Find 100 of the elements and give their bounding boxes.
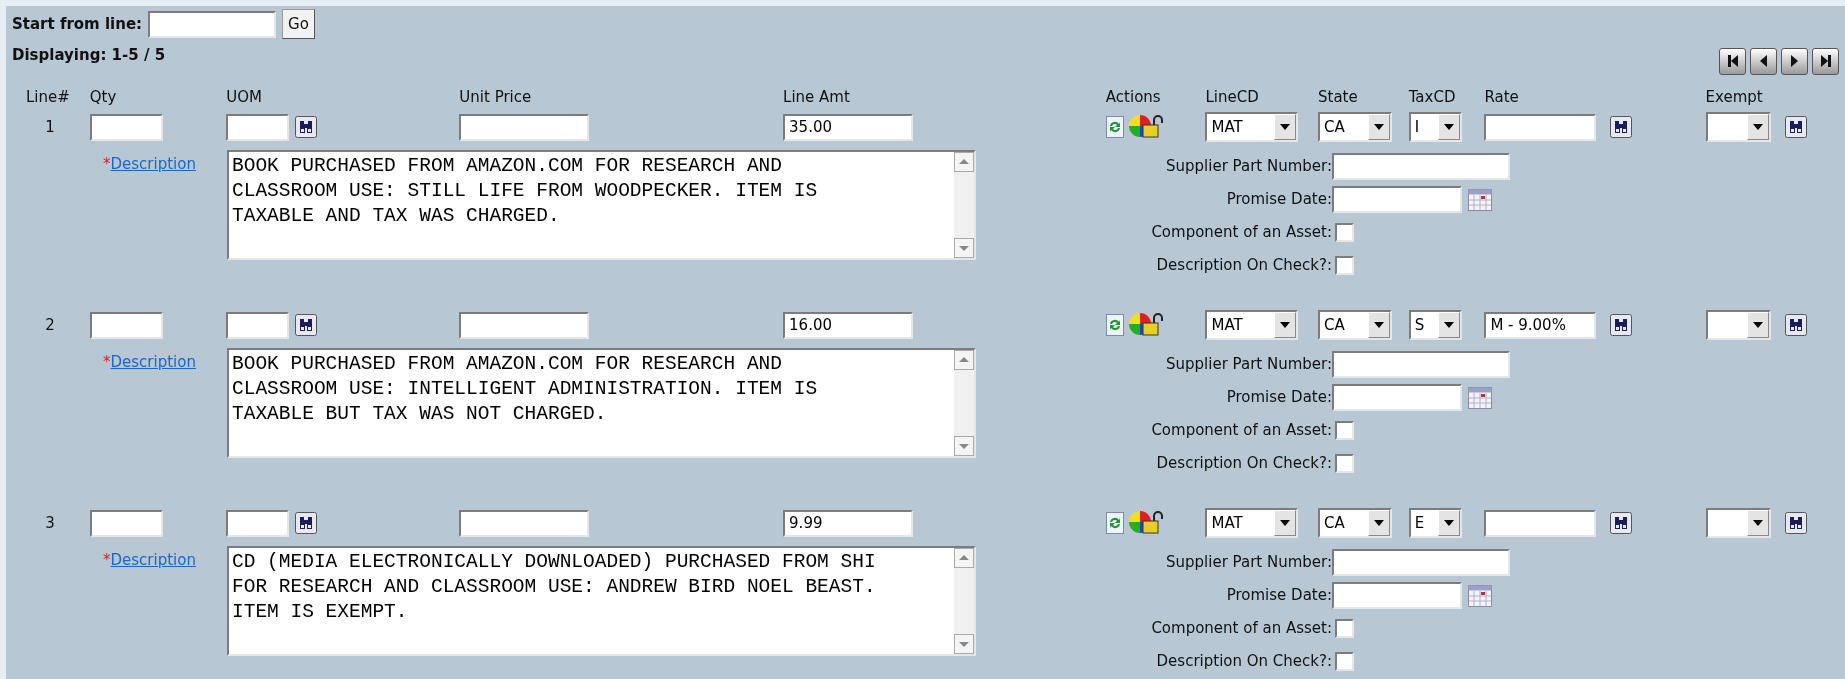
caret-icon [1280,520,1291,526]
lock-icon[interactable] [1127,312,1166,338]
rate-field[interactable] [1484,509,1597,537]
state-select[interactable]: CA [1318,508,1392,538]
exempt-select[interactable] [1705,508,1771,538]
scroll-up-icon[interactable] [954,350,974,370]
calendar-icon[interactable] [1468,584,1492,607]
supplier-part-number-field[interactable] [1332,153,1510,180]
rate-field[interactable] [1484,113,1597,141]
binoculars-icon[interactable] [1610,512,1633,534]
binoculars-icon[interactable] [1610,314,1633,336]
required-mark: * [103,551,111,569]
supplier-part-number-field[interactable] [1332,351,1510,378]
column-header: TaxCD [1408,88,1456,106]
field-label: Description On Check?: [1155,651,1332,673]
binoculars-icon[interactable] [1784,314,1807,336]
lock-icon[interactable] [1127,510,1166,536]
checkbox[interactable] [1335,652,1354,671]
line-cd-select[interactable]: MAT [1205,310,1299,340]
rate-field[interactable]: M - 9.00% [1484,311,1597,339]
binoculars-icon[interactable] [295,314,318,336]
column-header: Unit Price [459,88,532,106]
scroll-up-icon[interactable] [954,548,974,568]
line-cd-select[interactable]: MAT [1205,112,1299,142]
state-select[interactable]: CA [1318,310,1392,340]
caret-icon [1752,322,1763,328]
refresh-icon[interactable] [1105,512,1124,534]
scroll-down-icon[interactable] [954,634,974,654]
promise-date-field[interactable] [1332,384,1462,411]
promise-date-field[interactable] [1332,582,1462,609]
next-page-button[interactable] [1781,47,1808,75]
uom-field[interactable] [226,311,290,339]
supplier-part-number-field[interactable] [1332,549,1510,576]
column-header: State [1318,88,1358,106]
lock-icon[interactable] [1127,114,1166,140]
state-select[interactable]: CA [1318,112,1392,142]
exempt-select[interactable] [1705,310,1771,340]
binoculars-icon[interactable] [295,116,318,138]
description-textarea[interactable]: CD (MEDIA ELECTRONICALLY DOWNLOADED) PURCHASED FROM SHI FOR RESEARCH AND CLASSROOM USE: ANDREW BIRD NOEL BEAST. ITEM IS EXEMPT. [227,546,976,656]
field-label: Component of an Asset: [1150,222,1332,244]
field-label: Supplier Part Number: [1165,354,1332,376]
qty-field[interactable] [89,509,163,537]
binoculars-icon[interactable] [1784,116,1807,138]
scroll-down-icon[interactable] [954,436,974,456]
field-label: Supplier Part Number: [1165,156,1332,178]
tax-cd-select[interactable]: I [1408,112,1462,142]
checkbox[interactable] [1335,454,1354,473]
calendar-icon[interactable] [1468,386,1492,409]
checkbox[interactable] [1335,256,1354,275]
field-label: Supplier Part Number: [1165,552,1332,574]
uom-field[interactable] [226,509,290,537]
description-textarea[interactable]: BOOK PURCHASED FROM AMAZON.COM FOR RESEARCH AND CLASSROOM USE: STILL LIFE FROM WOODPECKER. ITEM IS TAXABLE AND TAX WAS CHARGED. [227,150,976,260]
line-amt-field[interactable]: 9.99 [783,509,914,537]
scroll-down-icon[interactable] [954,238,974,258]
column-header: Qty [89,88,117,106]
skip-icon [1820,55,1831,67]
unit-price-field[interactable] [459,311,590,339]
field-label: Description On Check?: [1155,255,1332,277]
checkbox[interactable] [1335,421,1354,440]
tax-cd-select[interactable]: S [1408,310,1462,340]
column-header: Exempt [1705,88,1763,106]
binoculars-icon[interactable] [295,512,318,534]
last-page-button[interactable] [1812,47,1839,75]
promise-date-field[interactable] [1332,186,1462,213]
binoculars-icon[interactable] [1784,512,1807,534]
go-button[interactable]: Go [282,9,315,39]
column-header: Line# [26,88,70,106]
start-line-field[interactable] [148,10,277,38]
binoculars-icon[interactable] [1610,116,1633,138]
line-number: 2 [44,314,56,336]
required-mark: * [103,353,111,371]
tax-cd-select[interactable]: E [1408,508,1462,538]
uom-field[interactable] [226,113,290,141]
caret-icon [1280,322,1291,328]
qty-field[interactable] [89,311,163,339]
line-amt-field[interactable]: 16.00 [783,311,914,339]
first-page-button[interactable] [1719,47,1746,75]
line-cd-select[interactable]: MAT [1205,508,1299,538]
caret-icon [1443,520,1454,526]
checkbox[interactable] [1335,619,1354,638]
play-icon [1760,55,1767,67]
unit-price-field[interactable] [459,113,590,141]
scroll-up-icon[interactable] [954,152,974,172]
description-textarea[interactable]: BOOK PURCHASED FROM AMAZON.COM FOR RESEARCH AND CLASSROOM USE: INTELLIGENT ADMINISTRATION. ITEM IS TAXABLE BUT TAX WAS NOT CHARGED. [227,348,976,458]
qty-field[interactable] [89,113,163,141]
previous-page-button[interactable] [1750,47,1777,75]
exempt-select[interactable] [1705,112,1771,142]
checkbox[interactable] [1335,223,1354,242]
unit-price-field[interactable] [459,509,590,537]
line-amt-field[interactable]: 35.00 [783,113,914,141]
required-mark: * [103,155,111,173]
refresh-icon[interactable] [1105,116,1124,138]
caret-icon [1374,520,1384,526]
caret-icon [1374,124,1384,130]
field-label: Component of an Asset: [1150,420,1332,442]
caret-icon [1752,520,1763,526]
refresh-icon[interactable] [1105,314,1124,336]
line-number: 1 [44,116,56,138]
start-line-label: Start from line: [12,13,143,35]
calendar-icon[interactable] [1468,188,1492,211]
